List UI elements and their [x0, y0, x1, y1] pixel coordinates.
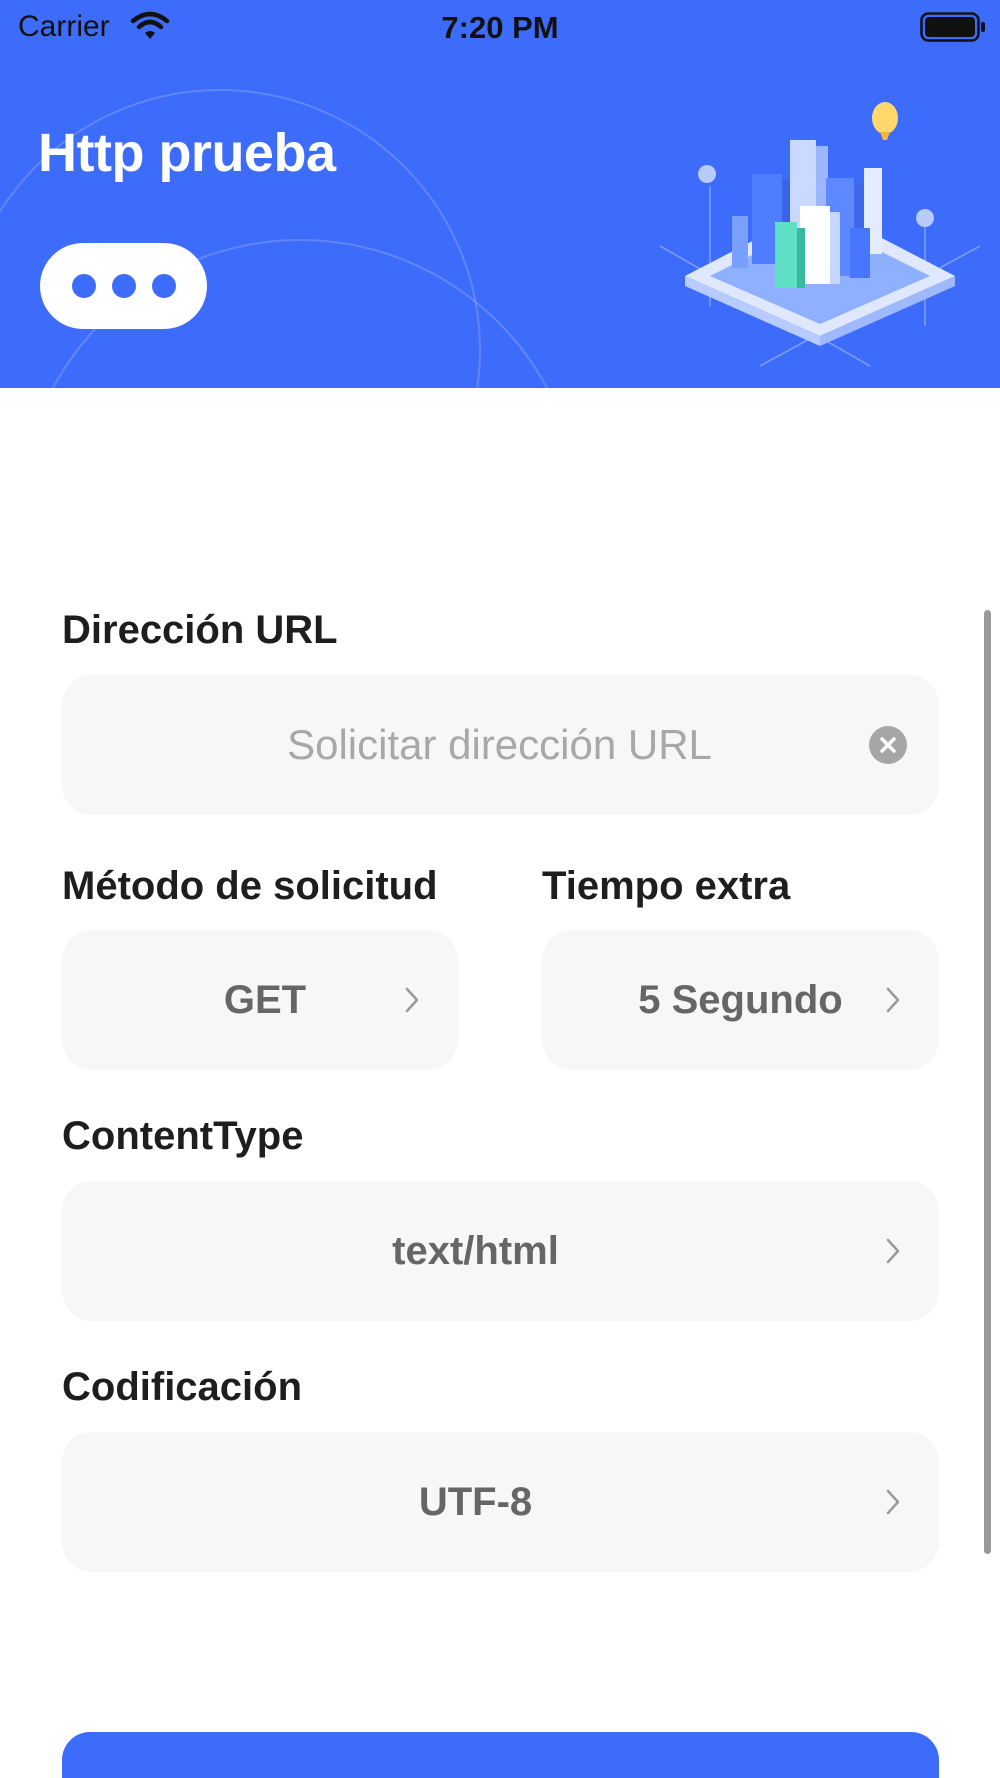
- page-title: Http prueba: [38, 123, 336, 183]
- url-input[interactable]: Solicitar dirección URL: [62, 675, 939, 815]
- more-horizontal-icon: [71, 274, 96, 298]
- clear-icon[interactable]: [869, 726, 907, 764]
- timeout-label: Tiempo extra: [542, 864, 791, 908]
- encoding-selector[interactable]: UTF-8: [62, 1432, 939, 1572]
- more-horizontal-icon-dot: [111, 274, 136, 298]
- more-horizontal-icon-dot: [151, 274, 176, 298]
- city-illustration: [659, 102, 981, 367]
- chevron-right-icon: [886, 1489, 900, 1515]
- method-value: GET: [223, 977, 307, 1022]
- submit-button[interactable]: [62, 1732, 939, 1778]
- timeout-selector[interactable]: 5 Segundo: [542, 930, 939, 1070]
- encoding-value: UTF-8: [418, 1479, 533, 1524]
- url-label: Dirección URL: [62, 608, 338, 652]
- header-banner: Carrier 7:20 PM Http prueba: [0, 0, 1000, 388]
- vertical-scrollbar[interactable]: [984, 610, 991, 1554]
- method-selector[interactable]: GET: [62, 930, 458, 1070]
- timeout-value: 5 Segundo: [638, 977, 843, 1022]
- content-type-selector[interactable]: text/html: [62, 1181, 939, 1321]
- content-type-value: text/html: [392, 1228, 559, 1273]
- method-label: Método de solicitud: [62, 864, 438, 908]
- chevron-right-icon: [886, 987, 900, 1013]
- chevron-right-icon: [886, 1238, 900, 1264]
- encoding-label: Codificación: [62, 1365, 303, 1409]
- status-bar: Carrier 7:20 PM: [0, 0, 1000, 56]
- more-button[interactable]: [40, 243, 207, 329]
- content-type-label: ContentType: [62, 1114, 304, 1158]
- status-time: 7:20 PM: [441, 10, 559, 45]
- chevron-right-icon: [405, 987, 419, 1013]
- url-input-text: Solicitar dirección URL: [287, 721, 712, 768]
- battery-full-icon: [920, 12, 985, 42]
